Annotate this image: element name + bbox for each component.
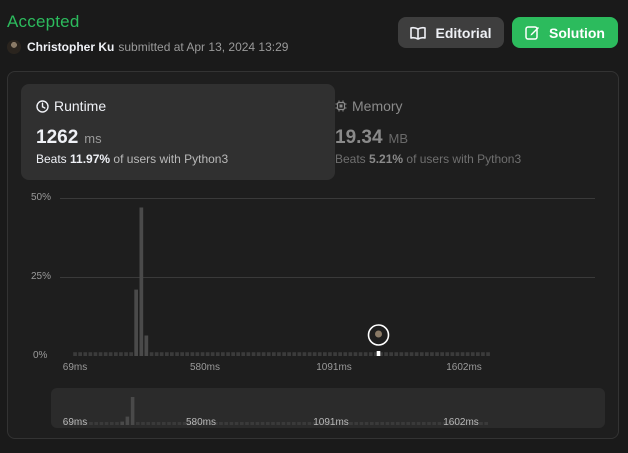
memory-title: Memory [335, 98, 403, 114]
runtime-beats-suffix: of users with Python3 [113, 152, 229, 166]
solution-button[interactable]: Solution [512, 17, 618, 48]
runtime-beats-percent: 11.97% [70, 152, 111, 166]
runtime-card[interactable]: Runtime 1262 ms Beats 11.97% of users wit… [21, 84, 335, 180]
editorial-label: Editorial [435, 24, 492, 41]
runtime-title-text: Runtime [54, 98, 107, 114]
memory-title-text: Memory [352, 98, 403, 114]
memory-value: 19.34 [335, 127, 383, 148]
x-tick-label: 1091ms [316, 362, 352, 373]
memory-value-row: 19.34 MB [335, 127, 408, 149]
x-tick-label: 580ms [189, 362, 221, 373]
memory-beats-prefix: Beats [335, 152, 366, 166]
submitter-name[interactable]: Christopher Ku [27, 40, 114, 54]
submitted-text: submitted at Apr 13, 2024 13:29 [118, 40, 289, 54]
runtime-value-row: 1262 ms [36, 127, 102, 149]
y-tick-label: 50% [31, 192, 52, 203]
chip-icon [335, 100, 347, 112]
minimap-tick-label: 580ms [185, 417, 217, 428]
runtime-value: 1262 [36, 127, 79, 148]
minimap-tick-label: 1091ms [313, 417, 349, 428]
submission-info: Christopher Ku submitted at Apr 13, 2024… [7, 39, 288, 55]
memory-card[interactable]: Memory 19.34 MB Beats 5.21% of users with… [321, 84, 611, 180]
y-tick-label: 0% [33, 350, 48, 361]
y-tick-label: 25% [31, 271, 52, 282]
memory-beats-suffix: of users with Python3 [406, 152, 522, 166]
minimap-tick-label: 69ms [62, 417, 88, 428]
status-label: Accepted [7, 12, 80, 31]
gridline-50 [60, 198, 595, 199]
x-tick-label: 1602ms [446, 362, 482, 373]
book-icon [410, 26, 427, 40]
edit-icon [525, 26, 539, 40]
runtime-beats-prefix: Beats [36, 152, 67, 166]
memory-beats: Beats 5.21% of users with Python3 [335, 152, 521, 166]
runtime-beats: Beats 11.97% of users with Python3 [36, 152, 228, 166]
runtime-unit: ms [84, 131, 102, 146]
x-tick-label: 69ms [62, 362, 88, 373]
solution-label: Solution [549, 24, 605, 41]
memory-beats-percent: 5.21% [369, 152, 404, 166]
minimap-tick-label: 1602ms [443, 417, 479, 428]
gridline-25 [60, 277, 595, 278]
avatar[interactable] [7, 40, 21, 54]
memory-unit: MB [388, 131, 409, 146]
runtime-title: Runtime [36, 98, 106, 114]
clock-icon [36, 99, 49, 113]
editorial-button[interactable]: Editorial [398, 17, 504, 48]
